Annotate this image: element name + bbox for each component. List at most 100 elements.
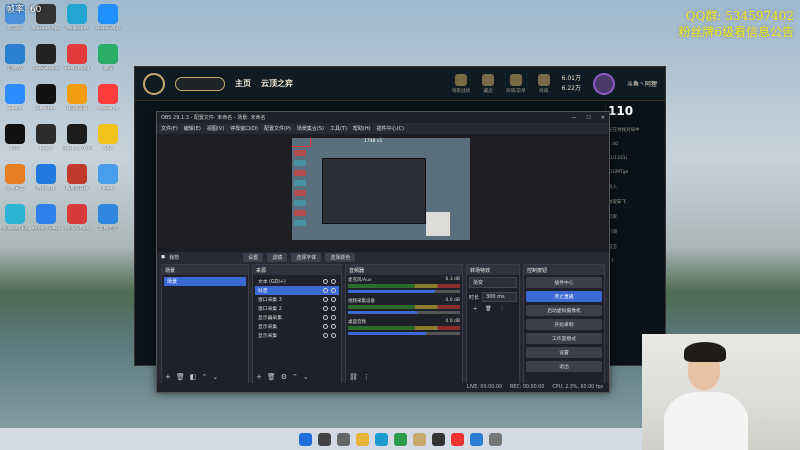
desktop-icon[interactable]: Microsoft Edge bbox=[0, 204, 30, 231]
source-item[interactable]: 文本 (GDI+) bbox=[255, 277, 339, 286]
league-logo-icon[interactable] bbox=[143, 72, 165, 95]
source-settings-button[interactable]: 设置 bbox=[243, 252, 264, 262]
select-font-button[interactable]: 选择字体 bbox=[291, 252, 322, 262]
eye-icon[interactable] bbox=[323, 333, 328, 338]
more-icon[interactable]: ⋮ bbox=[363, 373, 370, 381]
edge-icon[interactable] bbox=[374, 432, 388, 446]
trash-icon[interactable]: 🗑 bbox=[485, 306, 491, 312]
top-icon-event[interactable]: 暗影战场 bbox=[452, 73, 470, 94]
search-icon[interactable] bbox=[317, 432, 331, 446]
menu-item[interactable]: 插件中心(C) bbox=[377, 125, 404, 132]
scene-item[interactable]: 场景 bbox=[164, 277, 246, 286]
menu-item[interactable]: 停靠窗口(D) bbox=[230, 125, 258, 132]
eye-icon[interactable] bbox=[323, 279, 328, 284]
lock-icon[interactable] bbox=[331, 315, 336, 320]
down-icon[interactable]: ⌄ bbox=[303, 373, 309, 381]
source-item[interactable]: 显示采集 bbox=[255, 322, 339, 331]
menu-item[interactable]: 配置文件(P) bbox=[264, 125, 291, 132]
desktop-icon[interactable]: ZeroTier bbox=[31, 84, 61, 111]
volume-slider[interactable] bbox=[348, 332, 460, 335]
volume-slider[interactable] bbox=[348, 311, 460, 314]
lock-icon[interactable] bbox=[331, 324, 336, 329]
source-item[interactable]: 窗口采集 3 bbox=[255, 295, 339, 304]
down-icon[interactable]: ⌄ bbox=[212, 373, 218, 381]
control-button[interactable]: 停止直播 bbox=[526, 291, 602, 302]
more-icon[interactable]: ⋮ bbox=[500, 306, 505, 312]
chrome-icon[interactable] bbox=[393, 432, 407, 446]
close-icon[interactable]: ✕ bbox=[601, 115, 605, 121]
link-icon[interactable]: ⛓ bbox=[349, 373, 358, 381]
league-icon[interactable] bbox=[412, 432, 426, 446]
maximize-icon[interactable]: ☐ bbox=[586, 115, 590, 121]
lock-icon[interactable] bbox=[331, 306, 336, 311]
control-button[interactable]: 设置 bbox=[526, 347, 602, 358]
desktop-icon[interactable]: 腾讯视频 bbox=[31, 164, 61, 191]
desktop-icon[interactable]: Wallpaper bbox=[62, 4, 92, 31]
select-color-button[interactable]: 选择颜色 bbox=[325, 252, 356, 262]
eye-icon[interactable] bbox=[323, 297, 328, 302]
control-button[interactable]: 退出 bbox=[526, 361, 602, 372]
up-icon[interactable]: ⌃ bbox=[292, 373, 298, 381]
desktop-icon[interactable]: Everything bbox=[62, 44, 92, 71]
control-button[interactable]: 工作室模式 bbox=[526, 333, 602, 344]
selection-box[interactable] bbox=[292, 138, 311, 147]
menu-item[interactable]: 帮助(H) bbox=[353, 125, 371, 132]
lock-icon[interactable] bbox=[331, 297, 336, 302]
desktop-icon[interactable]: QQ bbox=[93, 124, 123, 151]
trash-icon[interactable]: 🗑 bbox=[267, 373, 276, 381]
desktop-icon[interactable]: Bilibili App bbox=[93, 4, 123, 31]
desktop-icon[interactable]: Kook bbox=[93, 164, 123, 191]
trash-icon[interactable]: 🗑 bbox=[176, 373, 185, 381]
source-item[interactable]: 抖音 bbox=[255, 286, 339, 295]
nav-tft[interactable]: 云顶之弈 bbox=[261, 78, 293, 89]
desktop-icon[interactable]: WPS Office bbox=[62, 204, 92, 231]
eye-icon[interactable] bbox=[323, 288, 328, 293]
duration-input[interactable]: 300 ms bbox=[482, 292, 517, 302]
desktop-icon[interactable]: Zoom bbox=[0, 84, 30, 111]
lock-icon[interactable] bbox=[331, 288, 336, 293]
eye-icon[interactable] bbox=[323, 315, 328, 320]
add-icon[interactable]: + bbox=[256, 373, 262, 381]
up-icon[interactable]: ⌃ bbox=[201, 373, 207, 381]
desktop-icon[interactable]: WeGame bbox=[93, 84, 123, 111]
desktop-icon[interactable]: Clash bbox=[31, 124, 61, 151]
control-button[interactable]: 插件中心 bbox=[526, 277, 602, 288]
minimize-icon[interactable]: — bbox=[571, 115, 576, 121]
desktop-icon[interactable]: Stream Deck bbox=[31, 204, 61, 231]
nav-home[interactable]: 主页 bbox=[235, 78, 251, 89]
desktop-icon[interactable]: 抖音 bbox=[0, 124, 30, 151]
file-explorer-icon[interactable] bbox=[355, 432, 369, 446]
top-icon-loot[interactable]: 商城/菜单 bbox=[506, 73, 526, 94]
windows-icon[interactable] bbox=[298, 432, 312, 446]
play-button[interactable] bbox=[175, 76, 225, 91]
source-item[interactable]: 窗口采集 2 bbox=[255, 304, 339, 313]
desktop-icon[interactable]: OBS Studio bbox=[31, 44, 61, 71]
desktop-icon[interactable]: Clash for Windows bbox=[62, 124, 92, 151]
top-icon-collection[interactable]: 藏品 bbox=[482, 73, 495, 94]
menu-item[interactable]: 编辑(E) bbox=[184, 125, 201, 132]
add-icon[interactable]: + bbox=[473, 306, 477, 312]
wegame-icon[interactable] bbox=[450, 432, 464, 446]
gear-icon[interactable]: ⚙ bbox=[281, 373, 287, 381]
eye-icon[interactable] bbox=[323, 306, 328, 311]
desktop-icon[interactable]: QQ浏览器 bbox=[62, 84, 92, 111]
task-view-icon[interactable] bbox=[336, 432, 350, 446]
obs-icon[interactable] bbox=[431, 432, 445, 446]
settings-icon[interactable] bbox=[488, 432, 502, 446]
menu-item[interactable]: 场景集合(S) bbox=[297, 125, 324, 132]
lock-icon[interactable] bbox=[331, 279, 336, 284]
volume-slider[interactable] bbox=[348, 290, 460, 293]
menu-item[interactable]: 文件(F) bbox=[161, 125, 178, 132]
desktop-icon[interactable]: 回收站 bbox=[0, 44, 30, 71]
menu-item[interactable]: 工具(T) bbox=[330, 125, 347, 132]
desktop-icon[interactable]: 火绒安全 bbox=[0, 164, 30, 191]
top-icon-store[interactable]: 商城 bbox=[537, 73, 550, 94]
desktop-icon[interactable]: 直播伴侣 bbox=[93, 204, 123, 231]
control-button[interactable]: 开始录制 bbox=[526, 319, 602, 330]
source-filters-button[interactable]: 滤镜 bbox=[267, 252, 288, 262]
eye-icon[interactable] bbox=[323, 324, 328, 329]
preview-canvas[interactable]: 1748 x1 bbox=[292, 138, 470, 240]
source-item[interactable]: 显示采集 bbox=[255, 331, 339, 340]
menu-item[interactable]: 视图(V) bbox=[207, 125, 224, 132]
avatar[interactable] bbox=[592, 72, 615, 95]
